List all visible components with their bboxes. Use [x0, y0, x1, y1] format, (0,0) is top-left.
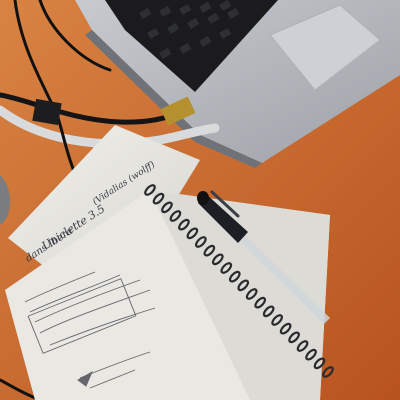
- pen-top: [197, 191, 209, 205]
- cable-clip: [32, 98, 62, 126]
- desk-photo: dans Ibera Uniclette 3.5 (Vidalias (wolf…: [0, 0, 400, 400]
